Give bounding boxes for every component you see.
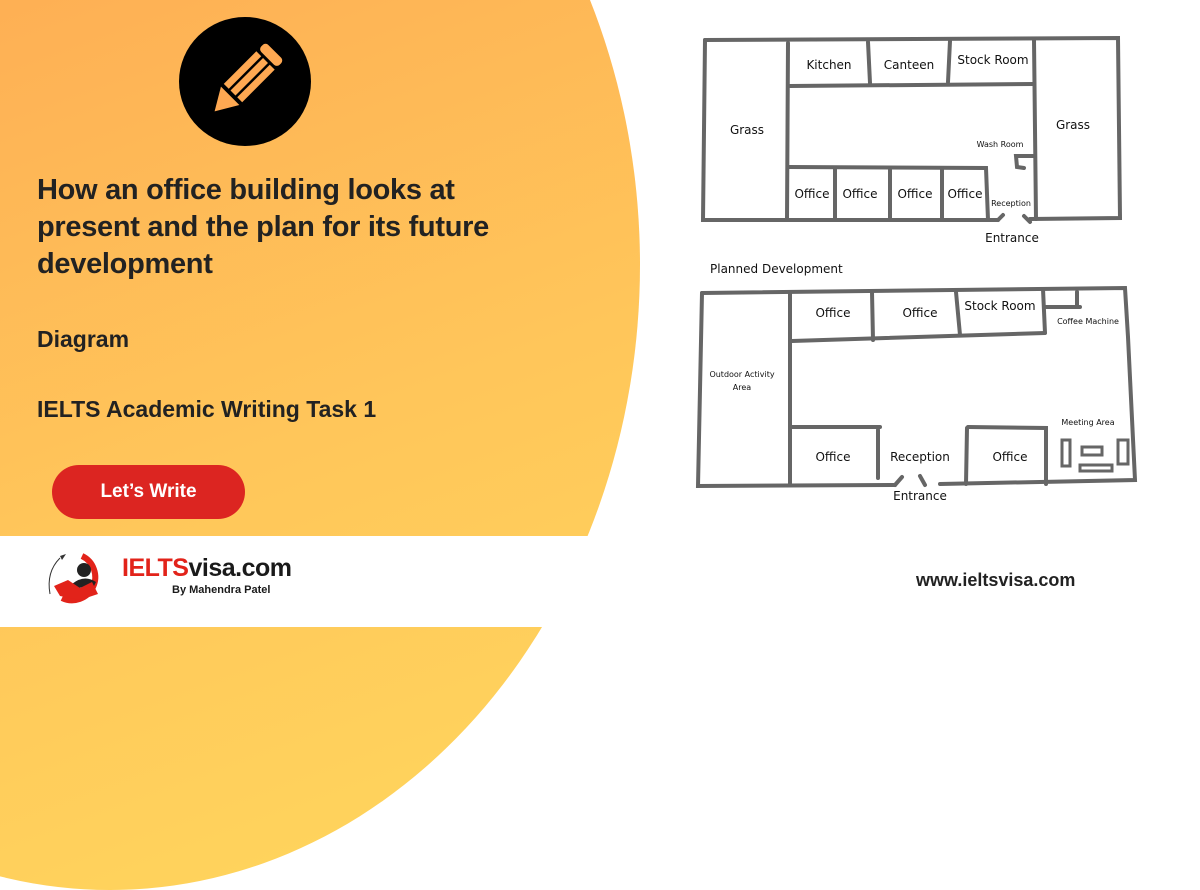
task-label: IELTS Academic Writing Task 1 — [37, 396, 377, 422]
lets-write-button[interactable]: Let’s Write — [52, 465, 245, 519]
planned-heading: Planned Development — [710, 262, 843, 276]
present-canteen: Canteen — [884, 58, 934, 72]
pencil-icon — [214, 43, 283, 112]
planned-office-bottom-2: Office — [992, 450, 1027, 464]
brand-name: IELTSvisa.com — [122, 554, 292, 582]
planned-meeting-area: Meeting Area — [1061, 418, 1114, 427]
planned-stock-room: Stock Room — [964, 299, 1035, 313]
planned-reception: Reception — [890, 450, 950, 464]
present-office-1: Office — [794, 187, 829, 201]
planned-coffee-machine: Coffee Machine — [1057, 317, 1119, 326]
pencil-badge — [179, 17, 311, 146]
brand-byline: By Mahendra Patel — [172, 584, 271, 596]
type-label: Diagram — [37, 326, 130, 352]
present-stock-room: Stock Room — [957, 53, 1028, 67]
brand-logo[interactable]: IELTSvisa.com By Mahendra Patel — [42, 550, 302, 606]
planned-office-bottom-1: Office — [815, 450, 850, 464]
present-office-3: Office — [897, 187, 932, 201]
logo-emblem-icon — [48, 553, 99, 604]
planned-office-top-1: Office — [815, 306, 850, 320]
floor-plan-diagram: Grass Grass Kitchen Canteen Stock Room O… — [695, 35, 1138, 503]
planned-office-top-2: Office — [902, 306, 937, 320]
hero-background — [0, 0, 640, 890]
page-title: How an office building looks at present … — [37, 174, 489, 280]
planned-plan-labels: Outdoor Activity Area Office Office Stoc… — [709, 299, 1119, 503]
present-kitchen: Kitchen — [806, 58, 851, 72]
present-office-2: Office — [842, 187, 877, 201]
planned-entrance: Entrance — [893, 489, 947, 503]
present-office-4: Office — [947, 187, 982, 201]
present-entrance: Entrance — [985, 231, 1039, 245]
planned-outdoor-area-line1: Outdoor Activity — [709, 370, 774, 379]
present-grass-right: Grass — [1056, 118, 1090, 132]
present-grass-left: Grass — [730, 123, 764, 137]
website-link[interactable]: www.ieltsvisa.com — [916, 570, 1075, 591]
planned-outdoor-area-line2: Area — [733, 383, 752, 392]
meeting-furniture — [1060, 438, 1130, 473]
present-wash-room: Wash Room — [977, 140, 1024, 149]
present-reception: Reception — [991, 199, 1031, 208]
